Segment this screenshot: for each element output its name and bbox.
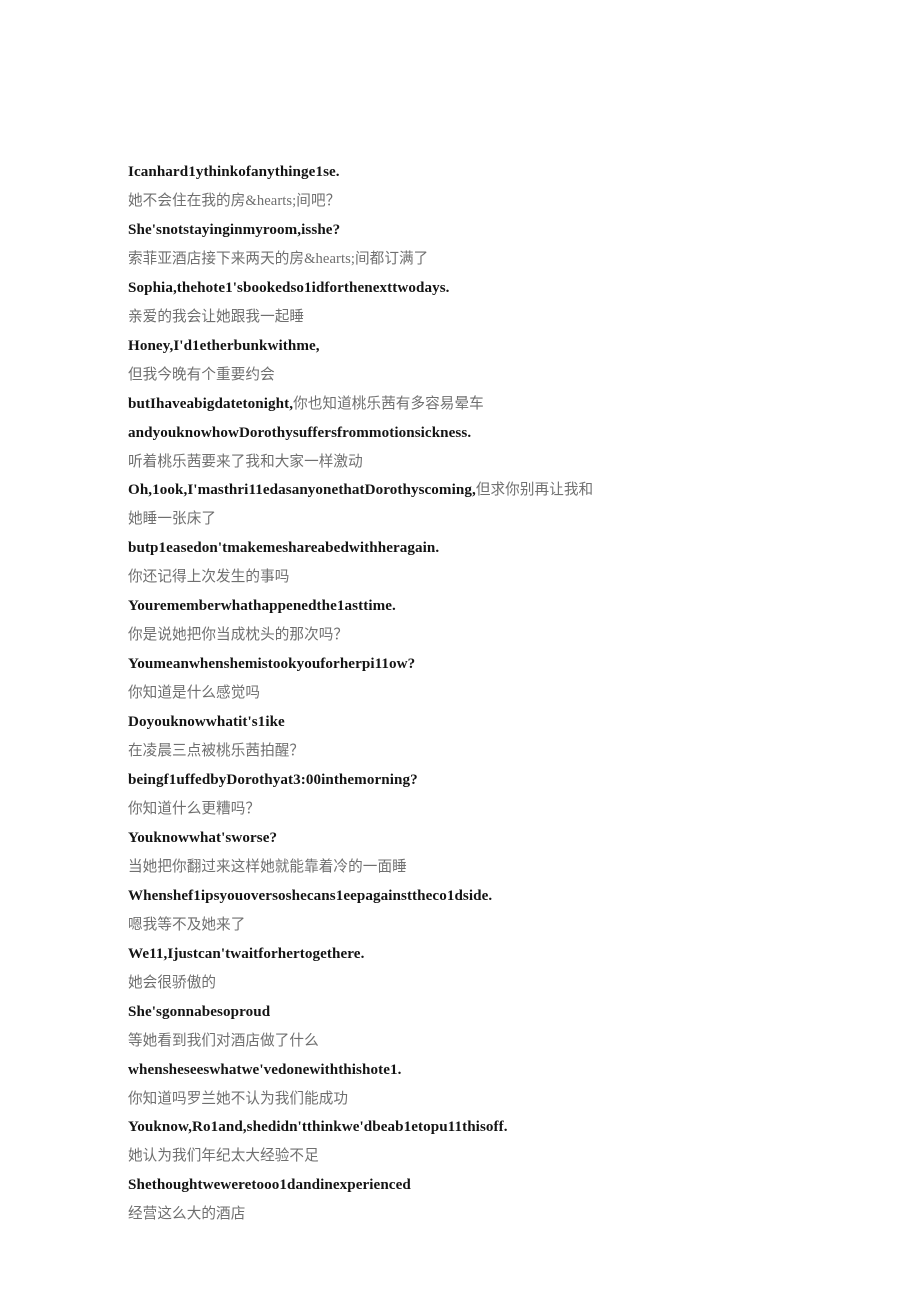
subtitle-line-english: Youmeanwhenshemistookyouforherpi11ow? [128,656,416,673]
subtitle-line-english: She'snotstayinginmyroom,isshe? [128,221,341,238]
subtitle-line-english: Shethoughtweweretooo1dandinexperienced [128,1177,411,1194]
subtitle-line-chinese: 你是说她把你当成枕头的那次吗？ [128,627,349,644]
subtitle-line-english: Sophia,thehote1'sbookedso1idforthenexttw… [128,279,450,296]
subtitle-line-english: whensheseeswhatwe'vedonewiththishote1. [128,1061,402,1078]
document-page: Icanhard1ythinkofanythinge1se. 她不会住在我的房&h… [0,0,920,1301]
subtitle-line-english: Youknowwhat'sworse? [128,829,278,846]
subtitle-line-chinese: 经营这么大的酒店 [128,1206,246,1223]
subtitle-line-english: She'sgonnabesoproud [128,1003,271,1020]
subtitle-line-english: andyouknowhowDorothysuffersfrommotionsic… [128,424,472,441]
subtitle-line-chinese: 你知道什么更糟吗？ [128,800,261,817]
subtitle-line-english: Yourememberwhathappenedthe1asttime. [128,598,396,615]
subtitle-line-mixed: butIhaveabigdatetonight,你也知道桃乐茜有多容易晕车 [128,390,602,419]
subtitle-line-chinese: 在凌晨三点被桃乐茜拍醒？ [128,743,305,760]
subtitle-line-chinese: 你还记得上次发生的事吗 [128,569,290,586]
subtitle-line-chinese: 嗯我等不及她来了 [128,916,246,933]
subtitle-line-chinese: 索菲亚酒店接下来两天的房&hearts;间都订满了 [128,250,429,267]
subtitle-run-english: Oh,1ook,I'masthri11edasanyonethatDorothy… [128,482,476,499]
subtitle-line-english: Youknow,Ro1and,shedidn'tthinkwe'dbeab1et… [128,1119,508,1136]
subtitle-line-chinese: 你知道吗罗兰她不认为我们能成功 [128,1090,349,1107]
subtitle-line-chinese: 等她看到我们对酒店做了什么 [128,1032,319,1049]
subtitle-line-english: butp1easedon'tmakemeshareabedwithheragai… [128,540,440,557]
subtitle-line-english: Icanhard1ythinkofanythinge1se. [128,164,340,180]
subtitle-line-chinese: 亲爱的我会让她跟我一起睡 [128,308,305,325]
subtitle-line-english: Doyouknowwhatit's1ike [128,714,285,731]
subtitle-line-english: beingf1uffedbyDorothyat3:00inthemorning? [128,772,418,789]
subtitle-line-mixed: Oh,1ook,I'masthri11edasanyonethatDorothy… [128,476,602,534]
subtitle-line-english: We11,Ijustcan'twaitforhertogethere. [128,945,365,962]
subtitle-run-english: butIhaveabigdatetonight, [128,395,294,412]
subtitle-line-english: Whenshef1ipsyouoversoshecans1eepagainstt… [128,887,493,904]
subtitle-line-chinese: 她会很骄傲的 [128,974,217,991]
subtitle-line-chinese: 当她把你翻过来这样她就能靠着冷的一面睡 [128,858,407,875]
subtitle-run-chinese: 你也知道桃乐茜有多容易晕车 [293,395,484,412]
subtitle-line-chinese: 你知道是什么感觉吗 [128,685,261,702]
subtitle-line-chinese: 但我今晚有个重要约会 [128,366,275,383]
subtitle-line-chinese: 她认为我们年纪太大经验不足 [128,1148,319,1165]
subtitle-line-english: Honey,I'd1etherbunkwithme, [128,337,320,354]
subtitle-line-chinese: 她不会住在我的房&hearts;间吧？ [128,192,341,209]
transcript-body: Icanhard1ythinkofanythinge1se. 她不会住在我的房&h… [128,158,602,1229]
subtitle-line-chinese: 听着桃乐茜要来了我和大家一样激动 [128,453,363,470]
